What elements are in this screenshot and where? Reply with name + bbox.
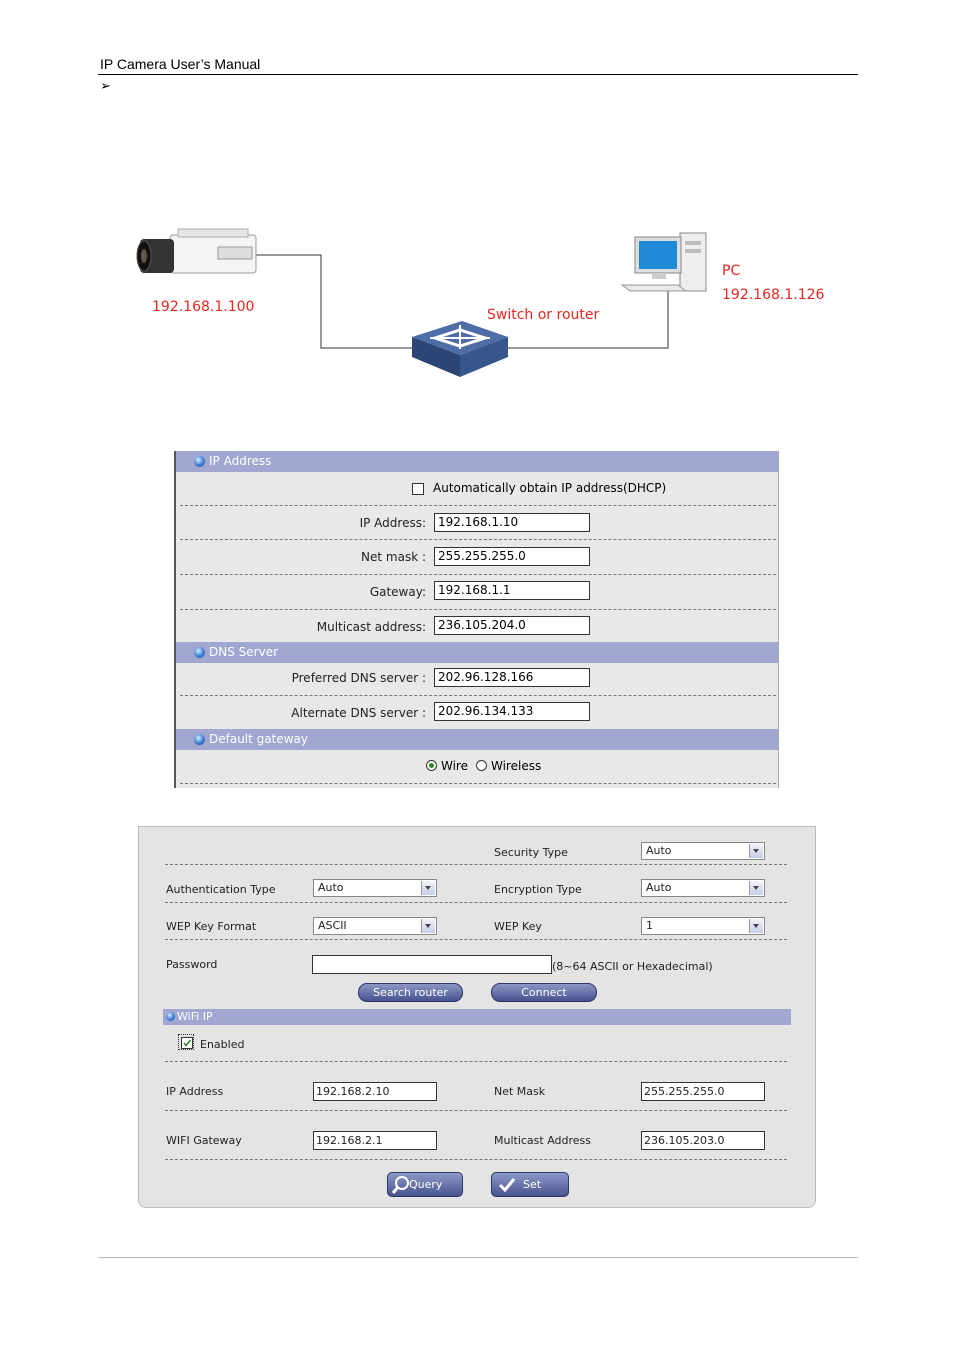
section-ip-address-title: IP Address	[209, 454, 272, 468]
divider	[165, 1110, 787, 1111]
wifi-settings-panel: Security Type Auto Authentication Type A…	[138, 826, 816, 1208]
wire-label: Wire	[441, 759, 468, 773]
encryption-type-select[interactable]: Auto	[641, 879, 765, 897]
connect-button[interactable]: Connect	[491, 983, 597, 1002]
section-bullet-icon	[194, 647, 205, 658]
pc-icon	[620, 232, 707, 292]
chevron-down-icon[interactable]	[421, 881, 435, 895]
wifi-ip-address-label: IP Address	[166, 1085, 224, 1098]
divider	[180, 539, 776, 540]
encryption-type-label: Encryption Type	[494, 883, 582, 896]
wireless-radio[interactable]	[476, 760, 487, 771]
authentication-type-label: Authentication Type	[166, 883, 276, 896]
pc-ip-label: 192.168.1.126	[722, 287, 825, 303]
preferred-dns-input[interactable]: 202.96.128.166	[434, 668, 590, 687]
divider	[165, 864, 787, 865]
chevron-down-icon[interactable]	[749, 844, 763, 858]
section-default-gateway-title: Default gateway	[209, 732, 308, 746]
divider	[180, 505, 776, 506]
dhcp-checkbox[interactable]	[412, 483, 424, 495]
divider	[165, 902, 787, 903]
ip-address-input[interactable]: 192.168.1.10	[434, 513, 590, 532]
chevron-down-icon[interactable]	[749, 881, 763, 895]
authentication-type-value: Auto	[318, 881, 344, 894]
bullet-icon: ➢	[100, 78, 111, 93]
password-hint: (8~64 ASCII or Hexadecimal)	[552, 960, 713, 973]
switch-icon	[412, 321, 508, 377]
section-dns-server-title: DNS Server	[209, 645, 278, 659]
gateway-label: Gateway:	[369, 585, 426, 599]
document-header-title: IP Camera User’s Manual	[100, 56, 261, 72]
section-bullet-icon	[194, 734, 205, 745]
alternate-dns-input[interactable]: 202.96.134.133	[434, 702, 590, 721]
multicast-address-input[interactable]: 236.105.204.0	[434, 616, 590, 635]
section-bullet-icon	[194, 456, 205, 467]
preferred-dns-label: Preferred DNS server :	[291, 671, 426, 685]
password-label: Password	[166, 958, 218, 971]
section-wifi-ip: WiFi IP	[163, 1009, 791, 1025]
camera-icon	[136, 228, 257, 274]
section-bullet-icon	[166, 1012, 175, 1021]
section-wifi-ip-title: WiFi IP	[177, 1010, 213, 1023]
multicast-address-label: Multicast address:	[316, 620, 426, 634]
pc-label: PC	[722, 263, 741, 279]
wep-key-label: WEP Key	[494, 920, 542, 933]
security-type-value: Auto	[646, 844, 672, 857]
security-type-select[interactable]: Auto	[641, 842, 765, 860]
query-label: Query	[409, 1178, 443, 1191]
enabled-label: Enabled	[200, 1038, 245, 1051]
wifi-gateway-input[interactable]: 192.168.2.1	[313, 1131, 437, 1150]
section-dns-server: DNS Server	[176, 642, 778, 663]
camera-ip-label: 192.168.1.100	[152, 299, 255, 315]
wep-key-format-label: WEP Key Format	[166, 920, 257, 933]
checkmark-icon	[183, 1039, 192, 1047]
set-button[interactable]: Set	[491, 1172, 569, 1197]
set-label: Set	[523, 1178, 542, 1191]
net-mask-label: Net Mask	[494, 1085, 546, 1098]
header-rule	[98, 74, 858, 75]
multicast-address-input[interactable]: 236.105.203.0	[641, 1131, 765, 1150]
wireless-label: Wireless	[491, 759, 542, 773]
divider	[165, 1159, 787, 1160]
multicast-address-label: Multicast Address	[494, 1134, 592, 1147]
chevron-down-icon[interactable]	[749, 919, 763, 933]
wifi-gateway-label: WIFI Gateway	[166, 1134, 242, 1147]
wire-radio[interactable]	[426, 760, 437, 771]
query-button[interactable]: Query	[387, 1172, 463, 1197]
divider	[165, 939, 787, 940]
alternate-dns-label: Alternate DNS server :	[291, 706, 426, 720]
gateway-input[interactable]: 192.168.1.1	[434, 581, 590, 600]
divider	[180, 574, 776, 575]
search-router-button[interactable]: Search router	[358, 983, 463, 1002]
wep-key-format-select[interactable]: ASCII	[313, 917, 437, 935]
divider	[165, 1061, 787, 1062]
divider	[180, 783, 776, 784]
wep-key-format-value: ASCII	[318, 919, 347, 932]
password-input[interactable]	[312, 955, 552, 974]
net-mask-input[interactable]: 255.255.255.0	[641, 1082, 765, 1101]
ip-address-label: IP Address:	[359, 516, 426, 530]
authentication-type-select[interactable]: Auto	[313, 879, 437, 897]
net-mask-input[interactable]: 255.255.255.0	[434, 547, 590, 566]
net-mask-label: Net mask :	[361, 550, 426, 564]
footer-rule	[98, 1257, 858, 1258]
wifi-ip-address-input[interactable]: 192.168.2.10	[313, 1082, 437, 1101]
network-diagram: 192.168.1.100 Switch or router PC 192.16…	[130, 225, 830, 385]
camera-cable	[255, 254, 420, 349]
section-ip-address: IP Address	[176, 451, 778, 472]
encryption-type-value: Auto	[646, 881, 672, 894]
section-default-gateway: Default gateway	[176, 729, 778, 750]
enabled-checkbox[interactable]	[181, 1037, 193, 1049]
switch-label: Switch or router	[487, 307, 600, 323]
divider	[180, 609, 776, 610]
checkmark-icon	[498, 1178, 516, 1193]
wep-key-value: 1	[646, 919, 653, 932]
ip-settings-panel: IP Address Automatically obtain IP addre…	[174, 451, 779, 788]
dhcp-label: Automatically obtain IP address(DHCP)	[433, 481, 667, 495]
wep-key-select[interactable]: 1	[641, 917, 765, 935]
chevron-down-icon[interactable]	[421, 919, 435, 933]
divider	[180, 695, 776, 696]
security-type-label: Security Type	[494, 846, 568, 859]
